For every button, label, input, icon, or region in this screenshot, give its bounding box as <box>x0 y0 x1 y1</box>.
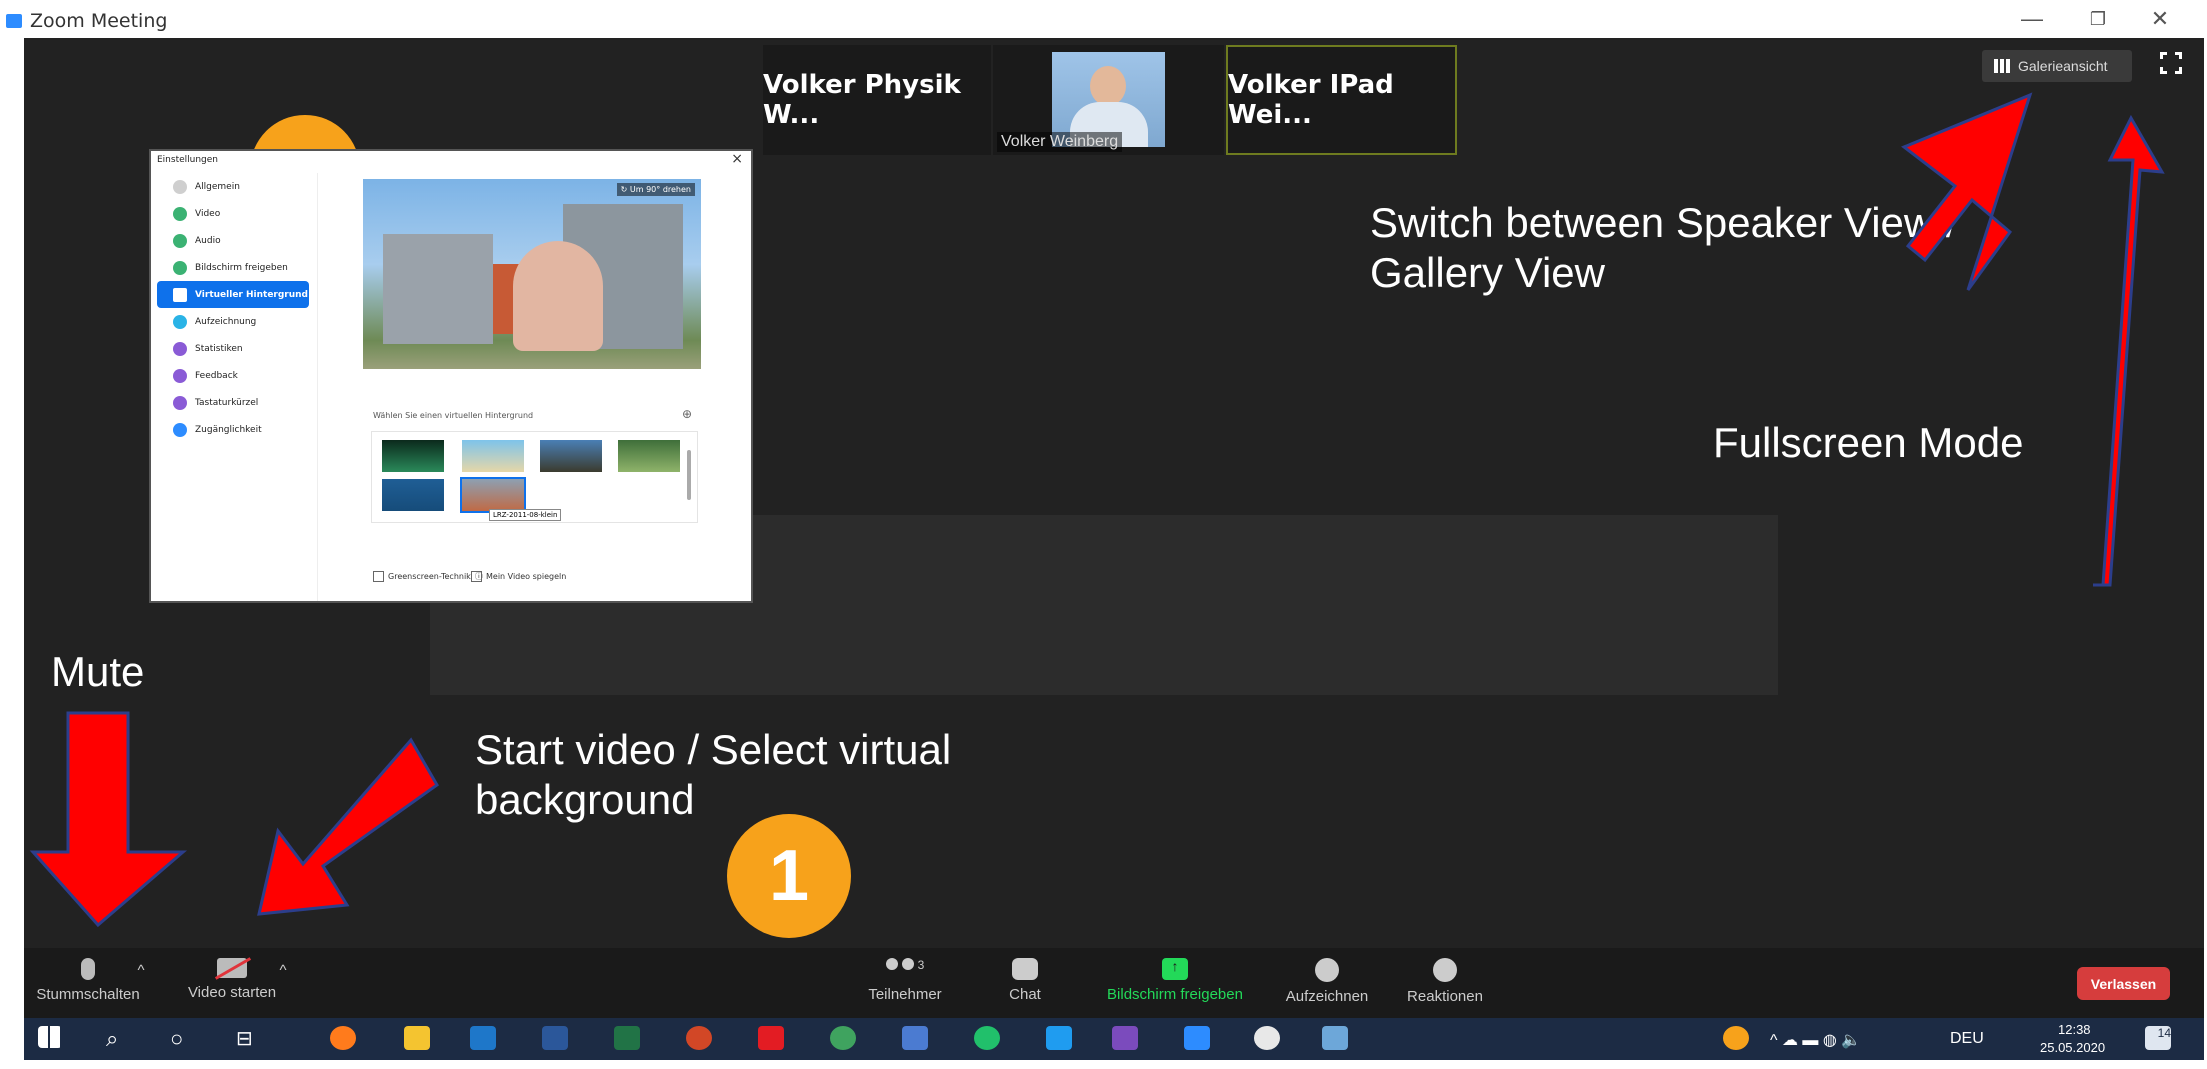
share-screen-icon: ↑ <box>1162 958 1188 980</box>
cortana-icon[interactable]: ○ <box>170 1026 196 1051</box>
excel-icon[interactable] <box>614 1026 640 1050</box>
annotation-arrows <box>29 92 2165 928</box>
tray-overflow-icon[interactable]: ^ ☁ ▬ ◍ 🔈 <box>1770 1030 1861 1050</box>
arrow-to-video <box>257 737 439 916</box>
record-button[interactable]: Aufzeichnen <box>1272 958 1382 1005</box>
task-view-icon[interactable]: ⊟ <box>236 1026 262 1050</box>
network-icon[interactable] <box>902 1026 928 1050</box>
zoom-taskbar-icon[interactable] <box>1184 1026 1210 1050</box>
chat-button[interactable]: Chat <box>985 958 1065 1003</box>
leave-meeting-button[interactable]: Verlassen <box>2077 967 2170 1000</box>
app-icon[interactable] <box>1254 1026 1280 1050</box>
powerpoint-icon[interactable] <box>686 1026 712 1050</box>
keyboard-language[interactable]: DEU <box>1950 1030 1984 1048</box>
participants-icon: 3 <box>885 958 925 980</box>
search-icon[interactable]: ⌕ <box>106 1026 132 1051</box>
arrow-to-mute <box>29 711 188 928</box>
chat-icon <box>1012 958 1038 980</box>
emoji-icon <box>1433 958 1457 982</box>
clock-date[interactable]: 25.05.2020 <box>2040 1040 2105 1055</box>
share-screen-button[interactable]: ↑ Bildschirm freigeben <box>1090 958 1260 1003</box>
clock-time[interactable]: 12:38 <box>2058 1022 2091 1037</box>
arrow-to-gallery-button <box>1901 92 2033 291</box>
arrow-to-fullscreen <box>2093 114 2165 587</box>
video-options-chevron-icon[interactable]: ^ <box>272 962 294 979</box>
browser-icon[interactable] <box>830 1026 856 1050</box>
video-off-icon <box>214 957 252 980</box>
outlook-icon[interactable] <box>470 1026 496 1050</box>
paint-icon[interactable] <box>1322 1026 1348 1050</box>
audio-options-chevron-icon[interactable]: ^ <box>130 962 152 979</box>
windows-start-icon[interactable] <box>38 1026 62 1048</box>
onenote-icon[interactable] <box>1112 1026 1138 1050</box>
participants-button[interactable]: 3 Teilnehmer <box>855 958 955 1003</box>
help-tray-icon[interactable] <box>1723 1026 1749 1050</box>
azure-icon[interactable] <box>1046 1026 1072 1050</box>
notification-count: 14 <box>2157 1026 2171 1040</box>
acrobat-icon[interactable] <box>758 1026 784 1050</box>
record-icon <box>1315 958 1339 982</box>
firefox-icon[interactable] <box>330 1026 356 1050</box>
microphone-icon <box>81 958 95 980</box>
file-explorer-icon[interactable] <box>404 1026 430 1050</box>
notification-center-icon[interactable]: 14 <box>2145 1026 2171 1050</box>
reactions-button[interactable]: Reaktionen <box>1395 958 1495 1005</box>
messenger-icon[interactable] <box>974 1026 1000 1050</box>
word-icon[interactable] <box>542 1026 568 1050</box>
